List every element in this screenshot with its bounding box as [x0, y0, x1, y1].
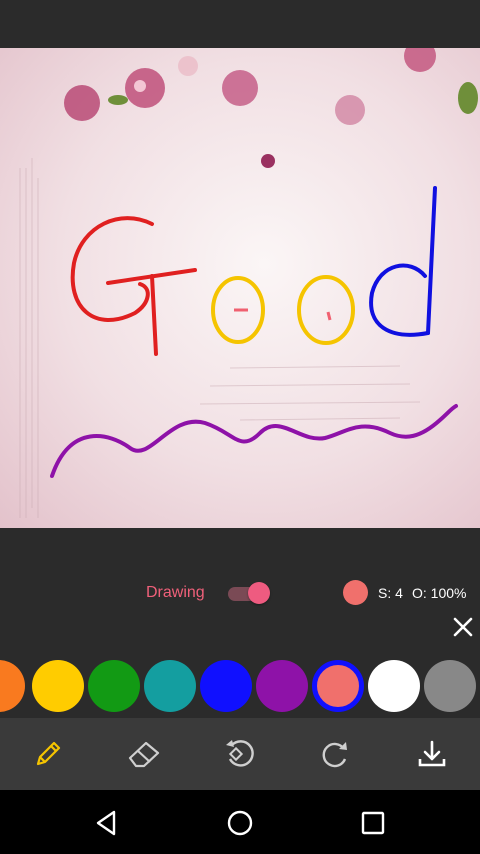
download-icon [418, 740, 446, 767]
drawing-canvas[interactable] [0, 48, 480, 528]
nav-back-button[interactable] [92, 808, 122, 838]
redo-button[interactable] [315, 736, 355, 772]
download-button[interactable] [412, 736, 452, 772]
canvas-artwork [19, 48, 478, 518]
undo-button[interactable] [220, 736, 260, 772]
size-label: S: 4 [378, 585, 403, 601]
color-swatch-teal[interactable] [144, 660, 196, 712]
color-swatch-orange[interactable] [0, 660, 25, 712]
pencil-icon [36, 741, 61, 766]
redo-icon [322, 742, 347, 768]
recents-icon [361, 811, 385, 835]
undo-icon [226, 740, 254, 767]
nav-home-button[interactable] [225, 808, 255, 838]
color-palette [0, 658, 480, 714]
pencil-button[interactable] [28, 736, 68, 772]
flower-decoration [64, 48, 478, 168]
color-swatch-blue[interactable] [200, 660, 252, 712]
color-swatch-green[interactable] [88, 660, 140, 712]
top-bar [0, 0, 480, 48]
color-swatch-purple[interactable] [256, 660, 308, 712]
drawing-label: Drawing [146, 584, 205, 601]
color-swatch-yellow[interactable] [32, 660, 84, 712]
close-palette-button[interactable] [451, 615, 475, 639]
opacity-label: O: 100% [412, 585, 467, 601]
eraser-icon [128, 741, 160, 768]
color-swatch-white[interactable] [368, 660, 420, 712]
eraser-button[interactable] [124, 736, 164, 772]
toggle-knob [248, 582, 270, 604]
drawing-toggle[interactable] [228, 582, 274, 604]
back-icon [96, 810, 116, 836]
color-swatch-coral[interactable] [312, 660, 364, 712]
home-icon [227, 810, 253, 836]
close-icon [453, 617, 473, 637]
color-swatch-gray[interactable] [424, 660, 476, 712]
current-color-swatch[interactable] [343, 580, 368, 605]
nav-recents-button[interactable] [358, 808, 388, 838]
